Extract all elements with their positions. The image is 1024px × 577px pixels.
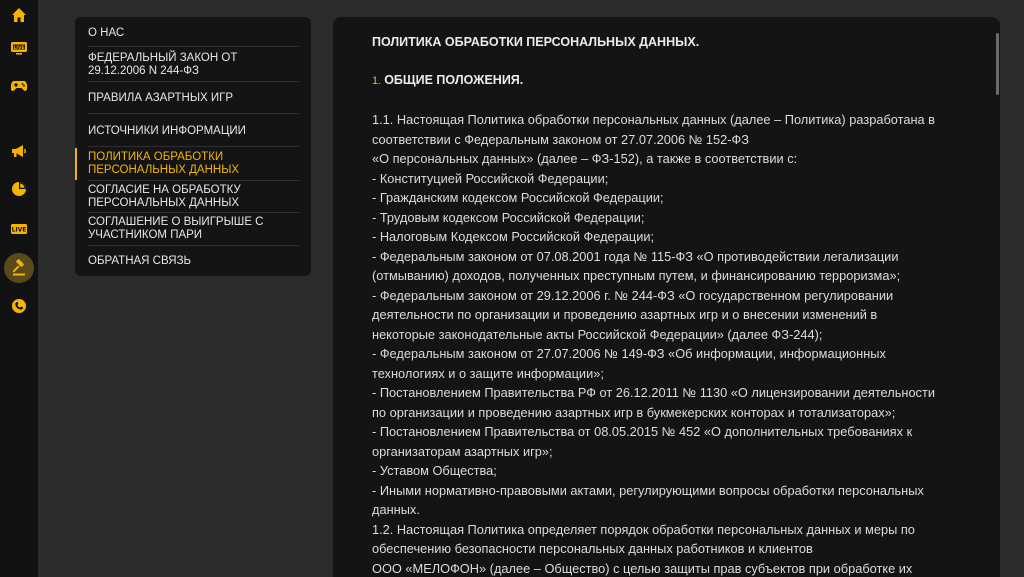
menu-item-gambling-rules[interactable]: ПРАВИЛА АЗАРТНЫХ ИГР (75, 84, 311, 112)
menu-item-label: ПОЛИТИКА ОБРАБОТКИ ПЕРСОНАЛЬНЫХ ДАННЫХ (88, 151, 240, 176)
menu-item-federal-law[interactable]: ФЕДЕРАЛЬНЫЙ ЗАКОН ОТ 29.12.2006 N 244-ФЗ (75, 49, 311, 81)
gavel-icon[interactable] (4, 253, 34, 283)
svg-text:LIVE: LIVE (12, 227, 27, 234)
document-title: ПОЛИТИКА ОБРАБОТКИ ПЕРСОНАЛЬНЫХ ДАННЫХ. (372, 35, 700, 49)
document-line: некоторые законодательные акты Российско… (372, 326, 823, 342)
menu-item-label: О НАС (88, 26, 125, 39)
menu-item-label: ОБРАТНАЯ СВЯЗЬ (88, 254, 192, 267)
document-line: ООО «МЕЛОФОН» (далее – Общество) с целью… (372, 560, 913, 576)
sidebar-rail: LIVE LIVE (0, 0, 38, 577)
gamepad-icon[interactable] (4, 71, 34, 101)
scrollbar-thumb[interactable] (996, 33, 999, 95)
document-line: 1.1. Настоящая Политика обработки персон… (372, 112, 935, 127)
document-line: - Конституцией Российской Федерации; (372, 170, 609, 186)
section-number: 1. (372, 75, 382, 87)
document-line: деятельности по организации и проведению… (372, 307, 878, 322)
document-line: - Постановлением Правительства РФ от 26.… (372, 385, 935, 400)
megaphone-icon[interactable] (4, 136, 34, 166)
document-line: - Федеральным законом от 27.07.2006 № 14… (372, 346, 886, 361)
section-heading: 1. ОБЩИЕ ПОЛОЖЕНИЯ. (372, 73, 523, 87)
divider (88, 245, 299, 246)
document-line: (отмыванию) доходов, полученных преступн… (372, 268, 901, 283)
svg-text:LIVE: LIVE (13, 45, 24, 51)
menu-item-about[interactable]: О НАС (75, 23, 311, 43)
divider (88, 113, 299, 114)
document-line: 1.2. Настоящая Политика определяет поряд… (372, 521, 915, 537)
live-badge-icon[interactable]: LIVE (4, 214, 34, 244)
divider (88, 81, 299, 82)
document-line: технологиях и о защите информации»; (372, 365, 604, 381)
menu-item-information-sources[interactable]: ИСТОЧНИКИ ИНФОРМАЦИИ (75, 117, 311, 145)
info-menu: О НАС ФЕДЕРАЛЬНЫЙ ЗАКОН ОТ 29.12.2006 N … (75, 17, 311, 276)
menu-item-label: ФЕДЕРАЛЬНЫЙ ЗАКОН ОТ 29.12.2006 N 244-ФЗ (88, 52, 238, 77)
document-line: - Трудовым кодексом Российской Федерации… (372, 209, 645, 225)
menu-item-label: СОГЛАСИЕ НА ОБРАБОТКУ ПЕРСОНАЛЬНЫХ ДАННЫ… (88, 184, 241, 209)
document-line: обеспечению безопасности персональных да… (372, 541, 813, 556)
document-body: 1.1. Настоящая Политика обработки персон… (372, 110, 972, 577)
home-icon[interactable] (4, 0, 34, 30)
menu-item-label: СОГЛАШЕНИЕ О ВЫИГРЫШЕ С УЧАСТНИКОМ ПАРИ (88, 216, 264, 241)
section-title: ОБЩИЕ ПОЛОЖЕНИЯ. (384, 73, 524, 87)
pie-chart-icon[interactable] (4, 174, 34, 204)
menu-item-label: ИСТОЧНИКИ ИНФОРМАЦИИ (88, 124, 246, 137)
document-line: - Налоговым Кодексом Российской Федераци… (372, 229, 655, 244)
document-line: - Гражданским кодексом Российской Федера… (372, 190, 664, 205)
document-line: - Иными нормативно-правовыми актами, рег… (372, 482, 924, 498)
menu-item-privacy-policy[interactable]: ПОЛИТИКА ОБРАБОТКИ ПЕРСОНАЛЬНЫХ ДАННЫХ (75, 148, 311, 180)
divider (88, 146, 299, 147)
divider (88, 46, 299, 47)
document-line: по организации и проведению азартных игр… (372, 404, 896, 420)
menu-item-label: ПРАВИЛА АЗАРТНЫХ ИГР (88, 91, 234, 104)
support-icon[interactable] (4, 291, 34, 321)
live-tv-icon[interactable]: LIVE (4, 32, 34, 62)
document-line: «О персональных данных» (далее – ФЗ-152)… (372, 151, 798, 166)
document-line: соответствии с Федеральным законом от 27… (372, 131, 750, 147)
menu-item-winnings-agreement[interactable]: СОГЛАШЕНИЕ О ВЫИГРЫШЕ С УЧАСТНИКОМ ПАРИ (75, 213, 311, 245)
document-line: организаторам азартных игр»; (372, 443, 553, 459)
document-line: - Федеральным законом от 29.12.2006 г. №… (372, 287, 894, 303)
menu-item-feedback[interactable]: ОБРАТНАЯ СВЯЗЬ (75, 248, 311, 274)
document-panel: ПОЛИТИКА ОБРАБОТКИ ПЕРСОНАЛЬНЫХ ДАННЫХ. … (333, 17, 1000, 577)
document-line: - Федеральным законом от 07.08.2001 года… (372, 248, 899, 264)
document-line: данных. (372, 502, 420, 517)
document-line: - Уставом Общества; (372, 463, 497, 478)
document-line: - Постановлением Правительства от 08.05.… (372, 424, 913, 439)
menu-item-data-consent[interactable]: СОГЛАСИЕ НА ОБРАБОТКУ ПЕРСОНАЛЬНЫХ ДАННЫ… (75, 181, 311, 213)
